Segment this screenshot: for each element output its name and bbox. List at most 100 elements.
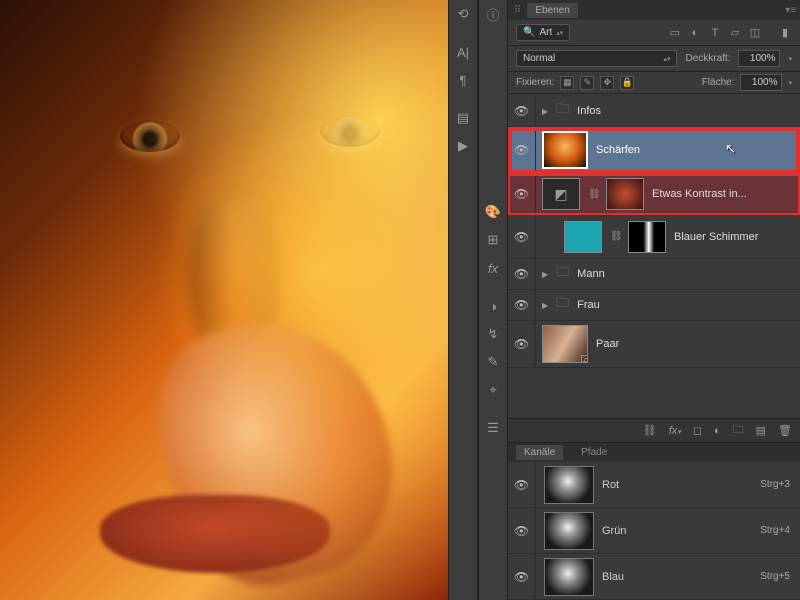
- layer-folder-infos[interactable]: 👁 ▶ 🗀 Infos: [508, 94, 800, 127]
- fill-input[interactable]: 100%: [740, 74, 782, 91]
- mask-icon[interactable]: ◻: [693, 424, 702, 437]
- layer-name[interactable]: Paar: [596, 338, 619, 350]
- layer-thumbnail[interactable]: [564, 221, 602, 253]
- filter-smart-icon[interactable]: ◫: [748, 26, 762, 40]
- channel-thumbnail[interactable]: [544, 558, 594, 596]
- layers-list: 👁 ▶ 🗀 Infos 👁 Schärfen ↖ 👁 ◩ ⛓ Etwas Kon…: [508, 94, 800, 418]
- expand-toggle-icon[interactable]: ▶: [542, 107, 548, 116]
- lock-label: Fixieren:: [516, 77, 554, 88]
- channel-thumbnail[interactable]: [544, 466, 594, 504]
- caret-icon: ▴▾: [556, 29, 563, 37]
- lock-row: Fixieren: ▦ ✎ ✥ 🔒 Fläche: 100% ▾: [508, 72, 800, 94]
- panel-icon-styles[interactable]: fx: [479, 254, 507, 282]
- panel-icon-character[interactable]: A|: [449, 38, 477, 66]
- channels-tab[interactable]: Kanäle: [516, 445, 563, 460]
- panel-icon-navigator[interactable]: ▤: [449, 104, 477, 132]
- panel-tab-bar: ⠿ Ebenen ▾≡: [508, 0, 800, 20]
- filter-kind-label: Art: [539, 27, 552, 38]
- layer-name[interactable]: Etwas Kontrast in...: [652, 188, 747, 200]
- lock-all-icon[interactable]: 🔒: [620, 76, 634, 90]
- caret-icon: ▴▾: [663, 55, 670, 63]
- new-layer-icon[interactable]: ▤: [756, 424, 766, 437]
- channel-row[interactable]: 👁 Rot Strg+3: [508, 462, 800, 508]
- channel-name[interactable]: Rot: [602, 479, 760, 491]
- artwork-face: [0, 0, 448, 600]
- channel-name[interactable]: Grün: [602, 525, 760, 537]
- channel-thumbnail[interactable]: [544, 512, 594, 550]
- panel-menu-icon[interactable]: ▾≡: [785, 5, 796, 16]
- layer-blauer-schimmer[interactable]: 👁 ⛓ Blauer Schimmer: [508, 215, 800, 259]
- visibility-toggle[interactable]: 👁: [508, 321, 536, 367]
- expand-toggle-icon[interactable]: ▶: [542, 301, 548, 310]
- fill-label: Fläche:: [702, 77, 735, 88]
- layer-name[interactable]: Schärfen: [596, 144, 640, 156]
- filter-shape-icon[interactable]: ▱: [728, 26, 742, 40]
- lock-pixels-icon[interactable]: ✎: [580, 76, 594, 90]
- lock-transparent-icon[interactable]: ▦: [560, 76, 574, 90]
- channel-row[interactable]: 👁 Grün Strg+4: [508, 508, 800, 554]
- layer-folder-mann[interactable]: 👁 ▶ 🗀 Mann: [508, 259, 800, 290]
- filter-pixel-icon[interactable]: ▭: [668, 26, 682, 40]
- caret-icon[interactable]: ▾: [788, 55, 792, 63]
- opacity-input[interactable]: 100%: [738, 50, 780, 67]
- filter-adjustment-icon[interactable]: ◐: [688, 26, 702, 40]
- visibility-toggle[interactable]: 👁: [508, 215, 536, 258]
- layers-tab[interactable]: Ebenen: [527, 3, 577, 18]
- link-layers-icon[interactable]: ⛓: [643, 424, 657, 437]
- layer-paar[interactable]: 👁 ◲ Paar: [508, 321, 800, 368]
- link-mask-icon[interactable]: ⛓: [588, 189, 598, 200]
- visibility-toggle[interactable]: 👁: [508, 462, 536, 507]
- link-mask-icon[interactable]: ⛓: [610, 231, 620, 242]
- expand-toggle-icon[interactable]: ▶: [542, 270, 548, 279]
- visibility-toggle[interactable]: 👁: [508, 96, 536, 126]
- adjustment-icon[interactable]: ◐: [714, 425, 721, 437]
- fx-icon[interactable]: fx▾: [669, 425, 681, 437]
- visibility-toggle[interactable]: 👁: [508, 259, 536, 289]
- layer-name[interactable]: Mann: [577, 268, 605, 280]
- visibility-toggle[interactable]: 👁: [508, 290, 536, 320]
- panel-icon-levels[interactable]: ↯: [479, 320, 507, 348]
- channel-shortcut: Strg+3: [760, 479, 800, 490]
- mask-thumbnail[interactable]: [628, 221, 666, 253]
- layer-thumbnail[interactable]: ◲: [542, 325, 588, 363]
- caret-icon[interactable]: ▾: [788, 79, 792, 87]
- collapsed-panel-strip-right: ⓘ 🎨 ⊞ fx ◑ ↯ ✎ ⌖ ☰: [478, 0, 508, 600]
- panel-grip-icon[interactable]: ⠿: [514, 5, 521, 16]
- layer-name[interactable]: Frau: [577, 299, 600, 311]
- channels-tab-bar: Kanäle Pfade: [508, 442, 800, 462]
- delete-icon[interactable]: 🗑: [778, 424, 792, 437]
- group-icon[interactable]: 🗀: [733, 421, 744, 440]
- layer-name[interactable]: Infos: [577, 105, 601, 117]
- channel-name[interactable]: Blau: [602, 571, 760, 583]
- adjustment-thumbnail[interactable]: ◩: [542, 178, 580, 210]
- lock-position-icon[interactable]: ✥: [600, 76, 614, 90]
- filter-toggle-icon[interactable]: ▮: [778, 26, 792, 40]
- canvas-artwork[interactable]: [0, 0, 448, 600]
- panel-icon-paragraph[interactable]: ¶: [449, 66, 477, 94]
- layer-kontrast[interactable]: 👁 ◩ ⛓ Etwas Kontrast in...: [508, 174, 800, 215]
- mask-thumbnail[interactable]: [606, 178, 644, 210]
- panel-icon-play[interactable]: ▶: [449, 132, 477, 160]
- panel-icon-info[interactable]: ⓘ: [479, 0, 507, 28]
- blend-mode-dropdown[interactable]: Normal ▴▾: [516, 50, 677, 67]
- panel-icon-history[interactable]: ⟲: [449, 0, 477, 28]
- panel-icon-brush[interactable]: ✎: [479, 348, 507, 376]
- layer-schaerfen[interactable]: 👁 Schärfen ↖: [508, 127, 800, 174]
- visibility-toggle[interactable]: 👁: [508, 174, 536, 214]
- visibility-toggle[interactable]: 👁: [508, 554, 536, 599]
- paths-tab[interactable]: Pfade: [573, 445, 615, 460]
- layer-name[interactable]: Blauer Schimmer: [674, 231, 758, 243]
- panel-icon-clone[interactable]: ⌖: [479, 376, 507, 404]
- visibility-toggle[interactable]: 👁: [508, 127, 536, 173]
- panel-icon-swatches[interactable]: ⊞: [479, 226, 507, 254]
- layer-thumbnail[interactable]: [542, 131, 588, 169]
- channel-shortcut: Strg+5: [760, 571, 800, 582]
- filter-kind-dropdown[interactable]: 🔍 Art ▴▾: [516, 24, 570, 41]
- filter-type-icon[interactable]: T: [708, 26, 722, 40]
- panel-icon-align[interactable]: ☰: [479, 414, 507, 442]
- visibility-toggle[interactable]: 👁: [508, 508, 536, 553]
- channel-row[interactable]: 👁 Blau Strg+5: [508, 554, 800, 600]
- panel-icon-adjustments[interactable]: ◑: [479, 292, 507, 320]
- layer-folder-frau[interactable]: 👁 ▶ 🗀 Frau: [508, 290, 800, 321]
- panel-icon-color[interactable]: 🎨: [479, 198, 507, 226]
